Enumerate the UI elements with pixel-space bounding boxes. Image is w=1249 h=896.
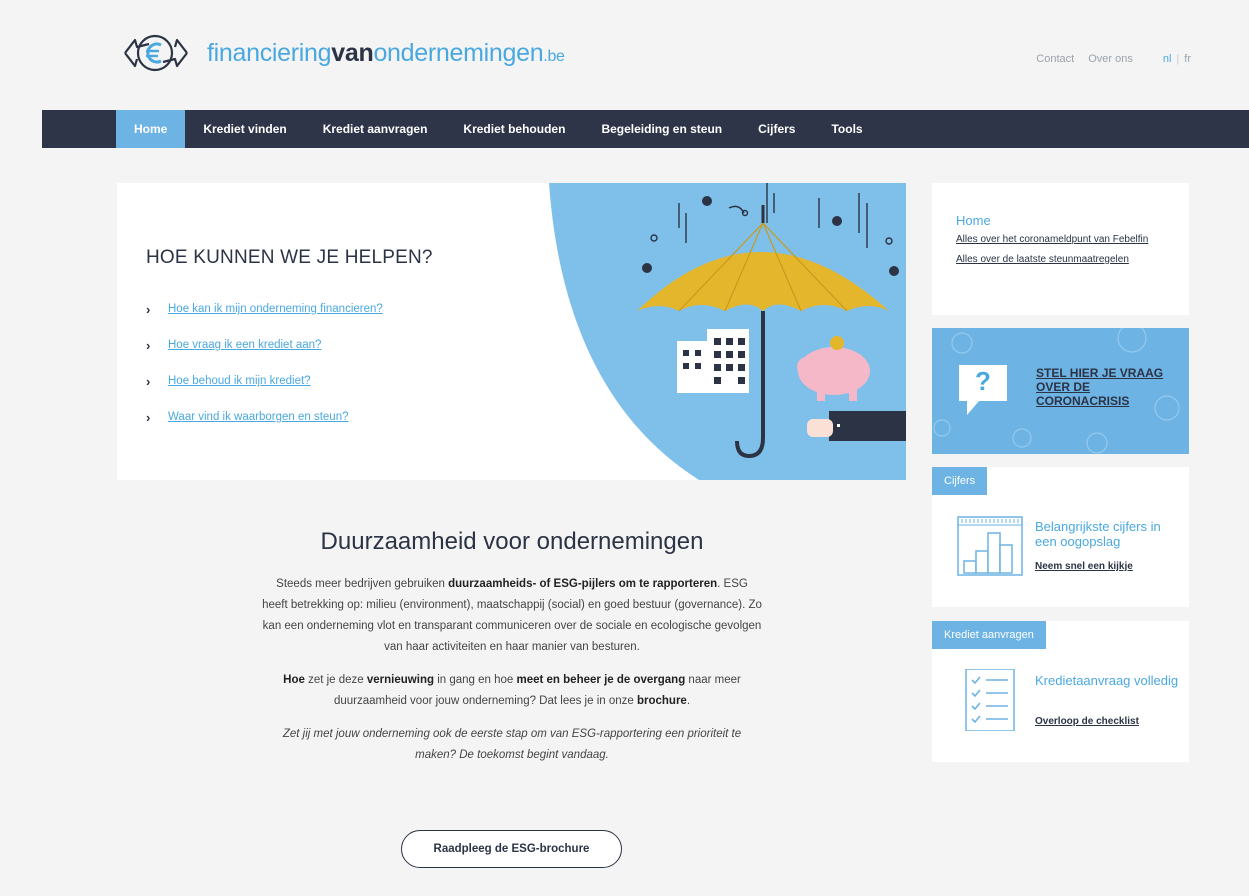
about-link[interactable]: Over ons xyxy=(1088,53,1133,65)
text-span: Steeds meer bedrijven gebruiken xyxy=(276,578,449,590)
chevron-right-icon: › xyxy=(146,373,151,389)
cijfers-heading: Belangrijkste cijfers in een oogopslag xyxy=(1035,519,1161,549)
hero-links: › Hoe kan ik mijn onderneming financieren… xyxy=(146,291,383,435)
krediet-link[interactable]: Overloop de checklist xyxy=(1035,716,1139,727)
hero-link-waarborgen[interactable]: Waar vind ik waarborgen en steun? xyxy=(168,411,348,423)
site-header: financieringvanondernemingen.be Contact … xyxy=(0,0,1249,102)
sidebar-home-title: Home xyxy=(956,213,991,228)
chevron-right-icon: › xyxy=(146,301,151,317)
logo-text: financieringvanondernemingen.be xyxy=(207,38,565,67)
logo-part-1: financiering xyxy=(207,38,332,67)
brochure-paragraph: Hoe zet je deze vernieuwing in gang en h… xyxy=(262,670,762,712)
corona-question-card[interactable]: ? STEL HIER JE VRAAG OVER DE CORONACRISI… xyxy=(932,328,1189,454)
cijfers-link[interactable]: Neem snel een kijkje xyxy=(1035,561,1133,572)
emphasis: Hoe xyxy=(283,674,305,686)
nav-item-krediet-vinden[interactable]: Krediet vinden xyxy=(185,110,304,148)
nav-item-begeleiding[interactable]: Begeleiding en steun xyxy=(583,110,740,148)
hero-link-financieren[interactable]: Hoe kan ik mijn onderneming financieren? xyxy=(168,303,383,315)
euro-cycle-icon xyxy=(124,34,188,72)
main-content: Duurzaamheid voor ondernemingen Steeds m… xyxy=(262,528,762,778)
contact-link[interactable]: Contact xyxy=(1036,53,1074,65)
emphasis: duurzaamheids- of ESG-pijlers om te rapp… xyxy=(448,578,718,590)
hero-card: HOE KUNNEN WE JE HELPEN? › Hoe kan ik mij… xyxy=(117,183,906,480)
nav-item-tools[interactable]: Tools xyxy=(813,110,880,148)
chevron-right-icon: › xyxy=(146,337,151,353)
emphasis: meet en beheer je de overgang xyxy=(516,674,686,686)
link-steunmaatregelen[interactable]: Alles over de laatste steunmaatregelen xyxy=(956,254,1165,265)
esg-brochure-button[interactable]: Raadpleeg de ESG-brochure xyxy=(401,830,622,868)
intro-paragraph: Steeds meer bedrijven gebruiken duurzaam… xyxy=(262,574,762,658)
link-coronameldpunt[interactable]: Alles over het coronameldpunt van Febelf… xyxy=(956,234,1165,245)
text-span: . xyxy=(686,695,691,707)
krediet-heading: Kredietaanvraag volledig xyxy=(1035,673,1179,688)
corona-question-label[interactable]: STEL HIER JE VRAAG OVER DE CORONACRISIS xyxy=(1036,366,1176,408)
main-title: Duurzaamheid voor ondernemingen xyxy=(320,528,704,555)
cijfers-tag: Cijfers xyxy=(932,467,988,495)
nav-item-home[interactable]: Home xyxy=(116,110,186,148)
question-mark: ? xyxy=(975,366,991,396)
krediet-tag: Krediet aanvragen xyxy=(932,621,1046,649)
chevron-right-icon: › xyxy=(146,409,151,425)
text-span: in gang en hoe xyxy=(434,674,517,686)
sidebar-home-card: Home Alles over het coronameldpunt van F… xyxy=(932,183,1189,315)
emphasis: vernieuwing xyxy=(366,674,434,686)
checklist-icon xyxy=(965,669,1015,731)
lang-fr[interactable]: fr xyxy=(1184,53,1191,65)
lang-separator: | xyxy=(1176,53,1180,65)
hero-link-krediet-aanvragen[interactable]: Hoe vraag ik een krediet aan? xyxy=(168,339,321,351)
umbrella-illustration xyxy=(549,183,906,480)
krediet-card: Krediet aanvragen Kredietaanvraag volled… xyxy=(932,621,1189,762)
nav-item-krediet-aanvragen[interactable]: Krediet aanvragen xyxy=(305,110,446,148)
hero-link-krediet-behouden[interactable]: Hoe behoud ik mijn krediet? xyxy=(168,375,311,387)
emphasis: brochure xyxy=(636,695,687,707)
hero-link-item: › Hoe behoud ik mijn krediet? xyxy=(146,363,383,399)
hero-heading: HOE KUNNEN WE JE HELPEN? xyxy=(146,247,433,268)
logo[interactable]: financieringvanondernemingen.be xyxy=(115,30,565,76)
logo-part-2: van xyxy=(331,38,374,67)
cta-paragraph: Zet jij met jouw onderneming ook de eers… xyxy=(282,728,742,761)
hero-link-item: › Hoe vraag ik een krediet aan? xyxy=(146,327,383,363)
bar-chart-icon xyxy=(957,516,1023,576)
cijfers-card: Cijfers Belangrijkste cijfers in een oog… xyxy=(932,467,1189,607)
main-nav: Home Krediet vinden Krediet aanvragen Kr… xyxy=(42,110,1249,148)
text-span: zet je deze xyxy=(304,674,367,686)
logo-part-3: ondernemingen xyxy=(373,38,544,67)
top-links: Contact Over ons nl | fr xyxy=(1022,53,1191,65)
hero-link-item: › Waar vind ik waarborgen en steun? xyxy=(146,399,383,435)
nav-item-krediet-behouden[interactable]: Krediet behouden xyxy=(445,110,583,148)
lang-nl[interactable]: nl xyxy=(1163,53,1172,65)
nav-item-cijfers[interactable]: Cijfers xyxy=(740,110,813,148)
hero-link-item: › Hoe kan ik mijn onderneming financieren… xyxy=(146,291,383,327)
logo-part-4: .be xyxy=(543,47,565,65)
